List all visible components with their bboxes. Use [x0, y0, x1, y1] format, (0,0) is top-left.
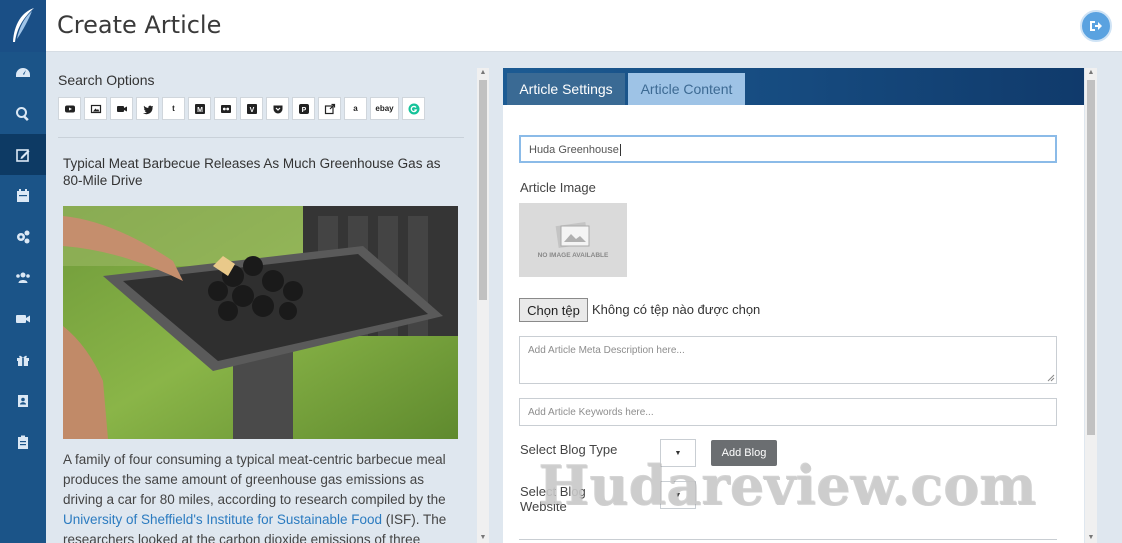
sidebar-item-videos[interactable] [0, 298, 46, 339]
video-camera-icon[interactable] [110, 97, 133, 120]
feather-logo-icon [13, 8, 34, 42]
vimeo-icon[interactable]: V [240, 97, 263, 120]
choose-file-button[interactable]: Chọn tệp [519, 298, 588, 322]
text-cursor [619, 144, 621, 156]
sidebar-item-dashboard[interactable] [0, 52, 46, 93]
flickr-icon[interactable] [214, 97, 237, 120]
sign-out-icon [1090, 21, 1102, 31]
resize-grip-icon[interactable] [1047, 374, 1055, 382]
keywords-placeholder: Add Article Keywords here... [528, 407, 654, 418]
scroll-down-arrow-icon[interactable]: ▼ [477, 533, 489, 543]
pinterest-icon[interactable]: P [292, 97, 315, 120]
svg-text:M: M [197, 107, 203, 114]
meta-description-placeholder: Add Article Meta Description here... [528, 345, 685, 356]
form-divider [519, 539, 1057, 540]
scrollbar-thumb[interactable] [1087, 80, 1095, 435]
youtube-icon[interactable] [58, 97, 81, 120]
search-icon [16, 106, 29, 121]
logout-button[interactable] [1080, 10, 1112, 42]
keywords-input[interactable]: Add Article Keywords here... [519, 398, 1057, 426]
tumblr-icon[interactable]: t [162, 97, 185, 120]
external-link-icon[interactable] [318, 97, 341, 120]
grammarly-icon[interactable] [402, 97, 425, 120]
scroll-down-arrow-icon[interactable]: ▼ [1085, 533, 1097, 543]
no-image-text: NO IMAGE AVAILABLE [537, 251, 609, 259]
article-source-link[interactable]: University of Sheffield's Institute for … [63, 512, 382, 527]
ebay-icon[interactable]: ebay [370, 97, 399, 120]
scrollbar-thumb[interactable] [479, 80, 487, 300]
sidebar-item-users[interactable] [0, 257, 46, 298]
article-image-label: Article Image [520, 180, 596, 195]
dashboard-icon [16, 67, 30, 77]
twitter-icon[interactable] [136, 97, 159, 120]
scroll-up-arrow-icon[interactable]: ▲ [477, 68, 489, 78]
clipboard-icon [18, 435, 28, 449]
cogs-icon [17, 230, 30, 243]
tab-bar: Article Settings Article Content [503, 68, 1084, 105]
amazon-icon[interactable]: a [344, 97, 367, 120]
article-body: A family of four consuming a typical mea… [63, 450, 463, 543]
search-options-label: Search Options [58, 72, 155, 88]
contact-book-icon [18, 394, 28, 407]
svg-text:P: P [301, 107, 306, 114]
sidebar-item-reports[interactable] [0, 421, 46, 462]
calendar-icon [17, 188, 29, 202]
article-image-placeholder: NO IMAGE AVAILABLE [519, 203, 627, 277]
no-image-icon [555, 221, 590, 248]
search-panel-scrollbar[interactable]: ▲ ▼ [477, 68, 489, 543]
image-icon[interactable] [84, 97, 107, 120]
file-status-text: Không có tệp nào được chọn [592, 302, 761, 317]
sidebar-item-calendar[interactable] [0, 175, 46, 216]
app-logo[interactable] [0, 0, 46, 52]
edit-icon [16, 148, 30, 162]
gift-icon [17, 355, 29, 366]
medium-icon[interactable]: M [188, 97, 211, 120]
article-title-input[interactable]: Huda Greenhouse [519, 135, 1057, 163]
divider [58, 137, 464, 138]
sidebar-item-create-article[interactable] [0, 134, 46, 175]
tab-article-settings[interactable]: Article Settings [507, 73, 625, 105]
video-icon [16, 314, 30, 323]
sidebar-nav [0, 52, 46, 543]
sidebar-item-bonuses[interactable] [0, 339, 46, 380]
sidebar-item-contacts[interactable] [0, 380, 46, 421]
watermark: Hudareview.com [538, 453, 1036, 517]
form-panel-scrollbar[interactable]: ▲ ▼ [1085, 68, 1097, 543]
scroll-up-arrow-icon[interactable]: ▲ [1085, 68, 1097, 78]
tab-article-content[interactable]: Article Content [628, 73, 745, 105]
search-panel: Search Options t M V P a ebay Typical Me… [46, 52, 478, 543]
users-icon [16, 272, 30, 283]
sidebar-item-search[interactable] [0, 93, 46, 134]
article-title-input-value: Huda Greenhouse [529, 144, 619, 156]
meta-description-textarea[interactable]: Add Article Meta Description here... [519, 336, 1057, 384]
article-title[interactable]: Typical Meat Barbecue Releases As Much G… [63, 155, 463, 189]
top-bar: Create Article [0, 0, 1122, 52]
article-image[interactable] [63, 206, 458, 439]
sidebar-item-settings[interactable] [0, 216, 46, 257]
pocket-icon[interactable] [266, 97, 289, 120]
article-body-text: A family of four consuming a typical mea… [63, 452, 446, 507]
search-source-toolbar: t M V P a ebay [58, 97, 425, 120]
svg-text:V: V [249, 107, 254, 114]
barbecue-photo-icon [63, 206, 458, 439]
page-title: Create Article [57, 11, 222, 39]
